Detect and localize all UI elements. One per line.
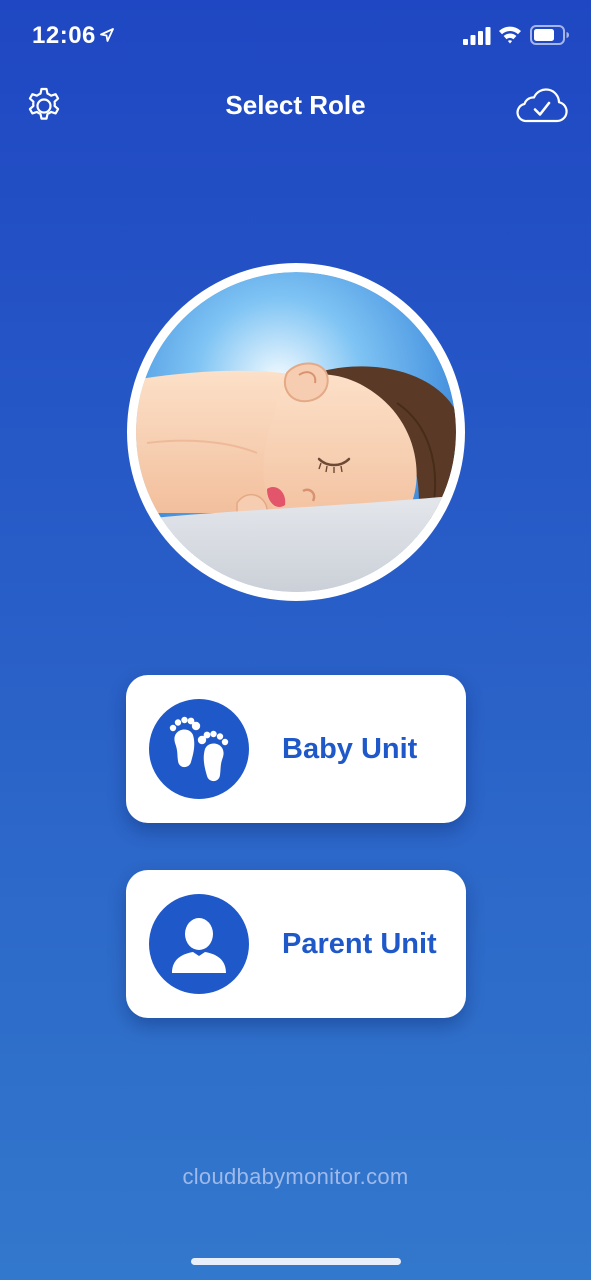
baby-unit-button[interactable]: Baby Unit	[126, 675, 466, 823]
parent-unit-button[interactable]: Parent Unit	[126, 870, 466, 1018]
status-time: 12:06	[32, 22, 96, 49]
wifi-icon	[499, 26, 521, 44]
battery-icon	[530, 25, 569, 45]
baby-unit-label: Baby Unit	[282, 733, 418, 765]
parent-unit-label: Parent Unit	[282, 928, 437, 960]
home-indicator[interactable]	[191, 1258, 401, 1265]
website-link[interactable]: cloudbabymonitor.com	[0, 1164, 591, 1190]
baby-footprints-icon	[149, 699, 249, 799]
location-arrow-icon	[100, 28, 114, 42]
page-title: Select Role	[225, 90, 366, 120]
status-bar: 12:06	[0, 0, 591, 72]
sleeping-baby-illustration	[127, 263, 465, 601]
person-icon	[149, 894, 249, 994]
cellular-signal-icon	[463, 27, 491, 45]
nav-bar: Select Role	[0, 76, 591, 136]
cloud-check-icon[interactable]	[514, 86, 568, 124]
